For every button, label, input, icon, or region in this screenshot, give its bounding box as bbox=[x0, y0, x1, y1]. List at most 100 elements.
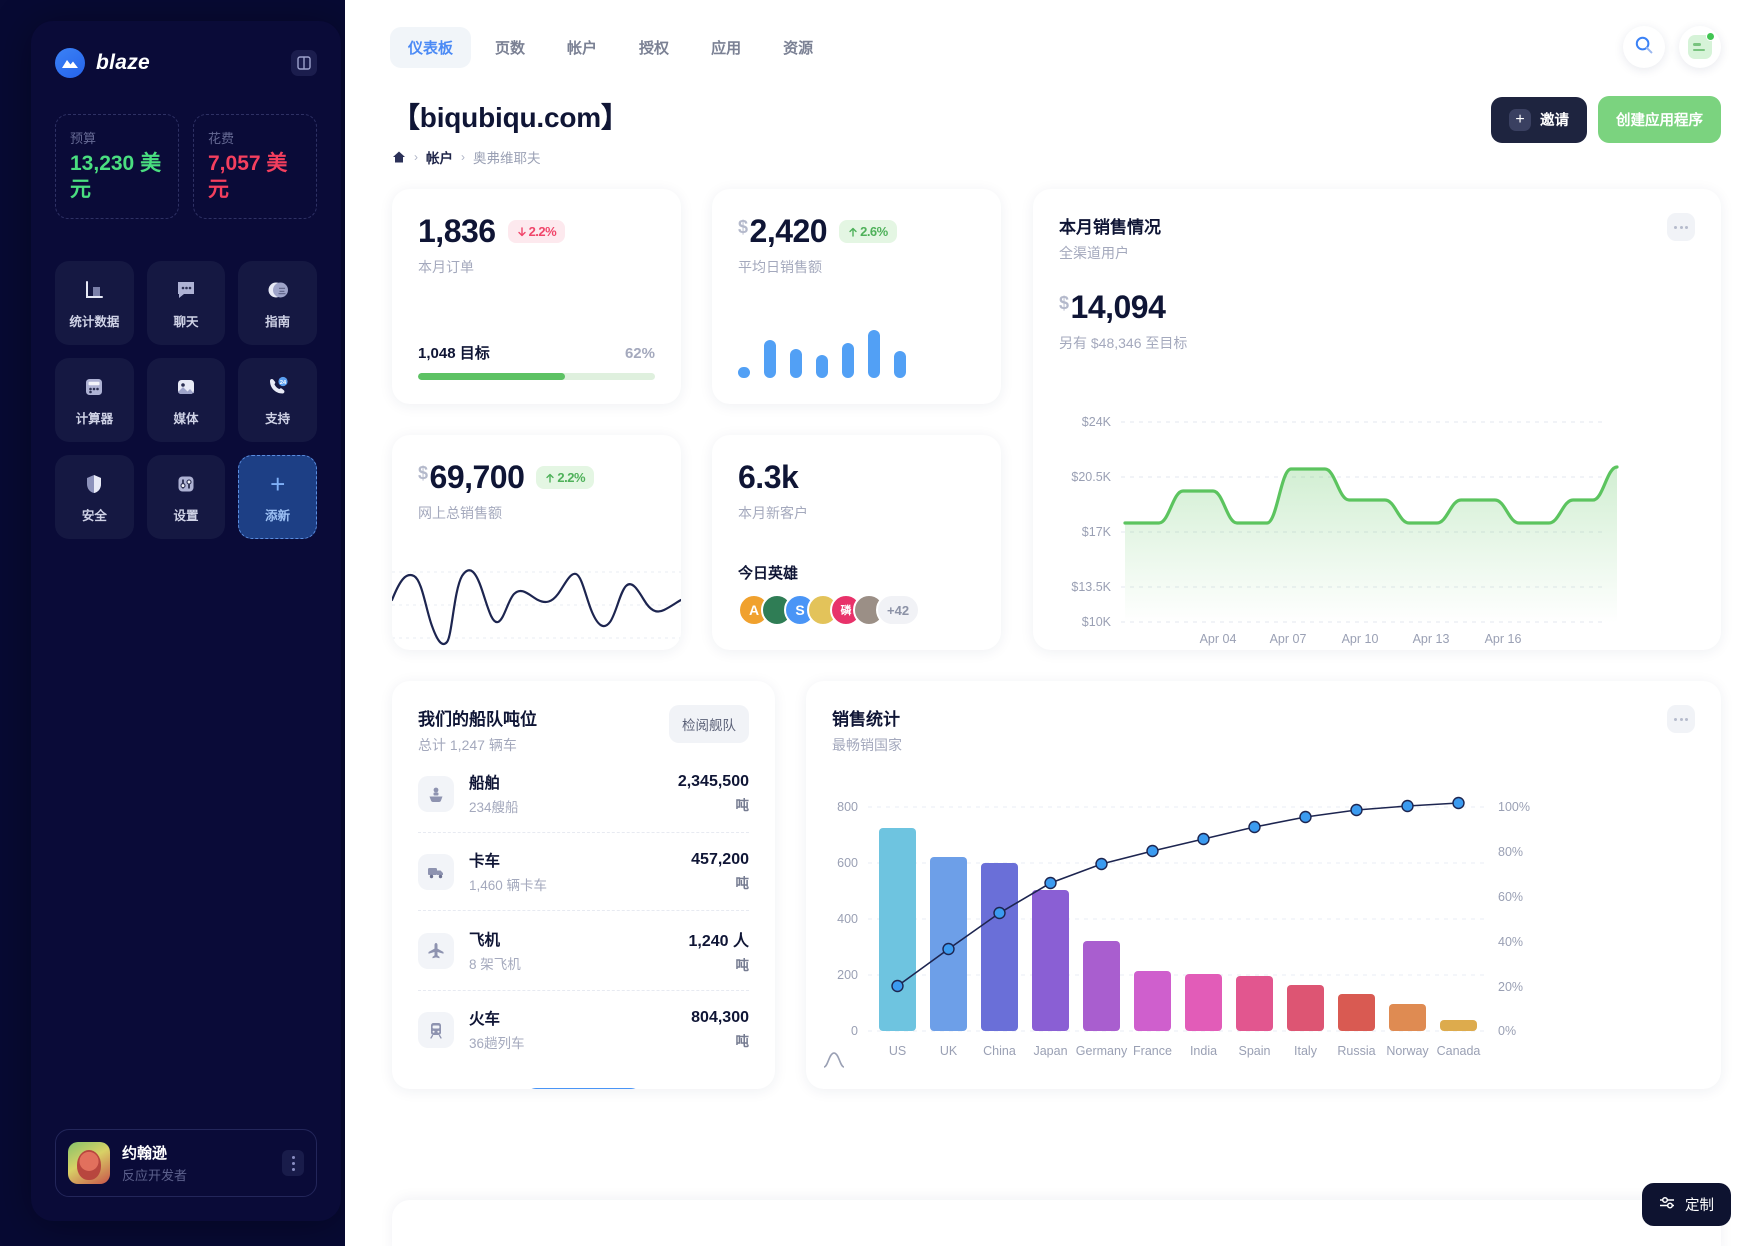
svg-text:600: 600 bbox=[837, 856, 858, 870]
nav-tabs: 仪表板 页数 帐户 授权 应用 资源 bbox=[390, 26, 831, 68]
avg-daily-value: 2,420 bbox=[749, 213, 828, 249]
avg-daily-label: 平均日销售额 bbox=[738, 259, 822, 275]
panel-toggle-icon[interactable] bbox=[291, 50, 317, 76]
avatar bbox=[68, 1142, 110, 1184]
svg-text:Russia: Russia bbox=[1337, 1044, 1375, 1058]
sidebar-user-card[interactable]: 约翰逊 反应开发者 bbox=[55, 1129, 317, 1197]
arrow-up-icon bbox=[546, 473, 555, 483]
blaze-logo-icon bbox=[55, 48, 85, 78]
fleet-row: 船舶 234艘船 2,345,500 吨 bbox=[418, 755, 749, 832]
tab-accounts[interactable]: 帐户 bbox=[549, 27, 615, 68]
svg-text:Apr 13: Apr 13 bbox=[1413, 632, 1450, 646]
heroes-avatar-group[interactable]: A S 磷 +42 bbox=[738, 594, 921, 626]
notifications-button[interactable] bbox=[1679, 26, 1721, 68]
x-axis-tick-labels: Apr 04 Apr 07 Apr 10 Apr 13 Apr 16 bbox=[1200, 632, 1522, 646]
budget-label: 预算 bbox=[70, 131, 97, 146]
fleet-row-amount: 457,200 bbox=[691, 851, 749, 868]
fleet-row: 火车 36趟列车 804,300 吨 bbox=[418, 991, 749, 1068]
sidebar-tile-label: 安全 bbox=[81, 509, 107, 524]
sidebar-tile-label: 计算器 bbox=[75, 412, 114, 427]
svg-text:80%: 80% bbox=[1498, 845, 1523, 859]
review-fleet-button[interactable]: 检阅舰队 bbox=[669, 705, 749, 743]
total-online-label: 网上总销售额 bbox=[418, 505, 502, 521]
user-name: 约翰逊 bbox=[122, 1145, 168, 1162]
tab-apps[interactable]: 应用 bbox=[693, 27, 759, 68]
sidebar-tile-security[interactable]: 安全 bbox=[55, 455, 134, 540]
sidebar-tile-grid: 统计数据 聊天 三 指南 计算器 媒体 24 支持 安全 设置 + 添新 bbox=[31, 219, 341, 540]
avg-daily-delta-value: 2.6% bbox=[860, 224, 888, 239]
svg-text:US: US bbox=[889, 1044, 906, 1058]
orders-progress-bar bbox=[418, 373, 655, 380]
budget-value: 13,230 美元 bbox=[70, 152, 162, 201]
create-app-button[interactable]: 创建应用程序 bbox=[1598, 96, 1721, 143]
notification-note-icon bbox=[1688, 32, 1715, 59]
stat-cards-row-2: $ 69,700 2.2% 网上总销售额 6.3k 本月新客户 今日英雄 A S… bbox=[392, 435, 1002, 650]
currency-symbol: $ bbox=[1059, 293, 1069, 313]
svg-text:Apr 04: Apr 04 bbox=[1200, 632, 1237, 646]
sidebar-tile-add-new[interactable]: + 添新 bbox=[238, 455, 317, 540]
tab-authorization[interactable]: 授权 bbox=[621, 27, 687, 68]
sidebar-tile-chat[interactable]: 聊天 bbox=[146, 261, 226, 346]
svg-text:$20.5K: $20.5K bbox=[1071, 470, 1111, 484]
breadcrumb: › 帐户 › 奥弗维耶夫 bbox=[392, 147, 629, 167]
orders-label: 本月订单 bbox=[418, 259, 474, 275]
add-vehicle-button[interactable]: 添加车辆 bbox=[525, 1088, 642, 1089]
avg-daily-delta-badge: 2.6% bbox=[839, 220, 897, 243]
sidebar-tile-guide[interactable]: 三 指南 bbox=[238, 261, 317, 346]
top-navigation: 仪表板 页数 帐户 授权 应用 资源 bbox=[345, 0, 1753, 68]
tab-dashboard[interactable]: 仪表板 bbox=[390, 26, 472, 68]
svg-text:Apr 16: Apr 16 bbox=[1485, 632, 1522, 646]
svg-text:24: 24 bbox=[280, 380, 287, 386]
svg-text:100%: 100% bbox=[1498, 800, 1530, 814]
user-menu-icon[interactable] bbox=[282, 1150, 304, 1176]
sliders-icon bbox=[1659, 1195, 1676, 1214]
breadcrumb-item-accounts[interactable]: 帐户 bbox=[426, 147, 453, 167]
svg-text:40%: 40% bbox=[1498, 935, 1523, 949]
invite-button-label: 邀请 bbox=[1540, 113, 1569, 129]
sidebar-tile-statistics[interactable]: 统计数据 bbox=[55, 261, 134, 346]
main-content: 仪表板 页数 帐户 授权 应用 资源 【biqubiqu.com】 › 帐户 ›… bbox=[345, 0, 1753, 1246]
train-icon bbox=[418, 1011, 454, 1048]
brand-logo[interactable]: blaze bbox=[55, 48, 150, 78]
sidebar-tile-settings[interactable]: 设置 bbox=[146, 455, 226, 540]
tab-resources[interactable]: 资源 bbox=[765, 27, 831, 68]
heroes-more-count[interactable]: +42 bbox=[876, 594, 921, 626]
customize-button[interactable]: 定制 bbox=[1642, 1183, 1731, 1226]
svg-text:$17K: $17K bbox=[1082, 525, 1112, 539]
search-button[interactable] bbox=[1623, 26, 1665, 68]
sidebar-tile-media[interactable]: 媒体 bbox=[146, 358, 226, 443]
guide-icon: 三 bbox=[264, 276, 291, 303]
invite-button[interactable]: + 邀请 bbox=[1491, 96, 1587, 143]
tab-pages[interactable]: 页数 bbox=[477, 27, 543, 68]
svg-text:60%: 60% bbox=[1498, 890, 1523, 904]
distribution-glyph-icon bbox=[823, 1052, 845, 1068]
kebab-menu-icon[interactable] bbox=[1667, 705, 1695, 733]
breadcrumb-item-current: 奥弗维耶夫 bbox=[473, 151, 541, 166]
stat-cards-row-1: 1,836 2.2% 本月订单 1,048 目标 62% $ 2,420 2.6… bbox=[392, 189, 1002, 404]
sales-stats-subtitle: 最畅销国家 bbox=[832, 737, 902, 753]
svg-text:800: 800 bbox=[837, 800, 858, 814]
fleet-row-sub: 8 架飞机 bbox=[469, 957, 521, 972]
monthly-sales-subtitle: 全渠道用户 bbox=[1059, 245, 1129, 261]
breadcrumb-separator: › bbox=[461, 150, 465, 164]
fleet-row: 飞机 8 架飞机 1,240 人 吨 bbox=[418, 911, 749, 990]
sidebar-tile-calculator[interactable]: 计算器 bbox=[55, 358, 134, 443]
svg-text:Germany: Germany bbox=[1076, 1044, 1128, 1058]
svg-text:20%: 20% bbox=[1498, 980, 1523, 994]
heroes-label: 今日英雄 bbox=[738, 565, 799, 582]
svg-text:France: France bbox=[1133, 1044, 1172, 1058]
svg-text:China: China bbox=[983, 1044, 1016, 1058]
breadcrumb-separator: › bbox=[414, 150, 418, 164]
stat-cards-column: 1,836 2.2% 本月订单 1,048 目标 62% $ 2,420 2.6… bbox=[392, 189, 1002, 650]
sidebar-tile-support[interactable]: 24 支持 bbox=[238, 358, 317, 443]
fleet-row-name: 卡车 bbox=[469, 853, 501, 870]
kebab-menu-icon[interactable] bbox=[1667, 213, 1695, 241]
dashboard-grid: 1,836 2.2% 本月订单 1,048 目标 62% $ 2,420 2.6… bbox=[345, 167, 1753, 1246]
total-online-sales-card: $ 69,700 2.2% 网上总销售额 bbox=[392, 435, 681, 650]
sidebar-tile-label: 聊天 bbox=[173, 315, 199, 330]
truck-icon bbox=[418, 853, 454, 890]
home-icon[interactable] bbox=[392, 150, 406, 164]
sales-stats-title: 销售统计 bbox=[832, 710, 900, 729]
orders-value: 1,836 bbox=[418, 213, 496, 249]
top-actions bbox=[1623, 26, 1721, 68]
